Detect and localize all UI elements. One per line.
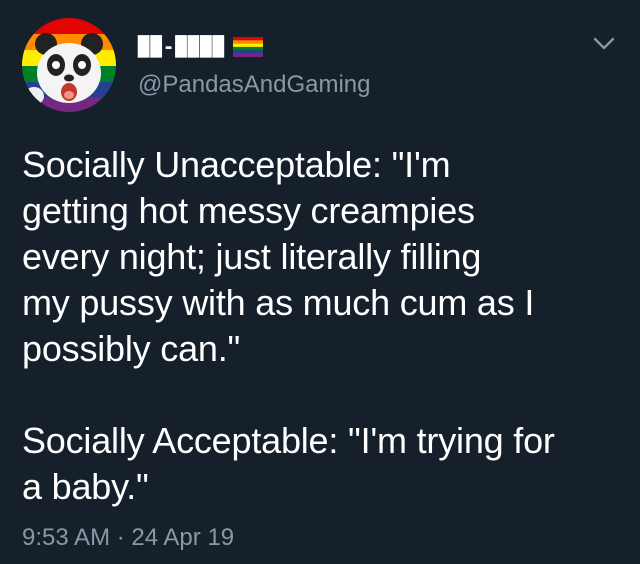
tweet-line: Socially Acceptable: "I'm trying for — [22, 420, 555, 461]
tweet-line: a baby." — [22, 466, 149, 507]
tweet-text: Socially Unacceptable: "I'm getting hot … — [22, 142, 622, 510]
tweet-line: getting hot messy creampies — [22, 190, 475, 231]
display-name[interactable]: ██-████ — [138, 36, 225, 58]
rainbow-flag-icon — [233, 37, 264, 57]
tweet-line: possibly can." — [22, 328, 241, 369]
panda-avatar-icon — [22, 18, 116, 112]
display-name-row[interactable]: ██-████ — [138, 34, 264, 60]
tweet-line: my pussy with as much cum as I — [22, 282, 535, 323]
tweet-line: Socially Unacceptable: "I'm — [22, 144, 451, 185]
chevron-down-icon[interactable] — [592, 34, 616, 52]
tweet: ██-████ @PandasAndGaming Socially Unacce… — [0, 0, 640, 564]
tweet-line: every night; just literally filling — [22, 236, 482, 277]
avatar[interactable] — [22, 18, 116, 112]
user-handle[interactable]: @PandasAndGaming — [138, 71, 371, 99]
tweet-timestamp[interactable]: 9:53 AM · 24 Apr 19 — [22, 524, 234, 552]
